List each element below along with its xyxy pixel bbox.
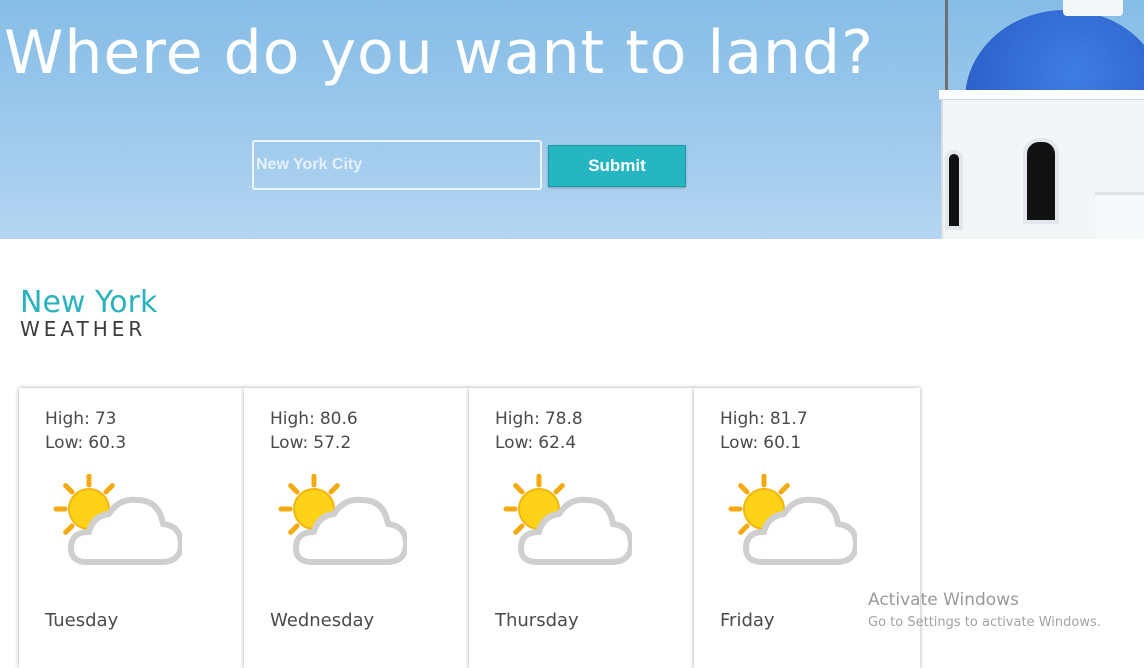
high-label: High: (720, 409, 765, 429)
high-temp: High: 73 (45, 409, 116, 429)
hero-title: Where do you want to land? (4, 18, 874, 88)
low-value: 62.4 (538, 433, 577, 453)
high-label: High: (270, 409, 315, 429)
low-label: Low: (720, 433, 759, 453)
high-temp: High: 80.6 (270, 409, 358, 429)
city-search-input[interactable] (252, 140, 542, 190)
activate-windows-title: Activate Windows (868, 590, 1019, 610)
forecast-card-thursday: High: 78.8 Low: 62.4 Thursday (469, 388, 695, 668)
day-name: Tuesday (45, 610, 119, 631)
low-temp: Low: 60.3 (45, 433, 126, 453)
high-label: High: (45, 409, 90, 429)
forecast-card-tuesday: High: 73 Low: 60.3 Tuesday (19, 388, 245, 668)
partly-cloudy-icon (497, 473, 634, 574)
day-name: Friday (720, 610, 775, 631)
low-temp: Low: 62.4 (495, 433, 576, 453)
chapel-annex (1095, 192, 1144, 239)
day-name: Thursday (495, 610, 579, 631)
low-value: 60.3 (88, 433, 127, 453)
submit-button[interactable]: Submit (548, 145, 686, 187)
chapel-window (945, 150, 963, 230)
low-value: 57.2 (313, 433, 352, 453)
city-name: New York (20, 285, 158, 320)
activate-windows-subtitle: Go to Settings to activate Windows. (868, 615, 1101, 630)
high-label: High: (495, 409, 540, 429)
high-value: 80.6 (319, 409, 358, 429)
forecast-card-wednesday: High: 80.6 Low: 57.2 Wednesday (244, 388, 470, 668)
low-label: Low: (45, 433, 84, 453)
partly-cloudy-icon (722, 473, 859, 574)
high-temp: High: 81.7 (720, 409, 808, 429)
chapel-image (935, 0, 1144, 239)
partly-cloudy-icon (47, 473, 184, 574)
dome-cap (1063, 0, 1123, 16)
hero-banner: Where do you want to land? Submit (0, 0, 1144, 239)
chapel-ledge (939, 90, 1144, 100)
high-temp: High: 78.8 (495, 409, 583, 429)
day-name: Wednesday (270, 610, 375, 631)
high-value: 73 (94, 409, 117, 429)
high-value: 81.7 (769, 409, 808, 429)
weather-label: WEATHER (20, 317, 147, 341)
partly-cloudy-icon (272, 473, 409, 574)
low-value: 60.1 (763, 433, 802, 453)
low-temp: Low: 57.2 (270, 433, 351, 453)
chapel-window (1023, 138, 1059, 224)
low-label: Low: (270, 433, 309, 453)
high-value: 78.8 (544, 409, 583, 429)
low-label: Low: (495, 433, 534, 453)
low-temp: Low: 60.1 (720, 433, 801, 453)
